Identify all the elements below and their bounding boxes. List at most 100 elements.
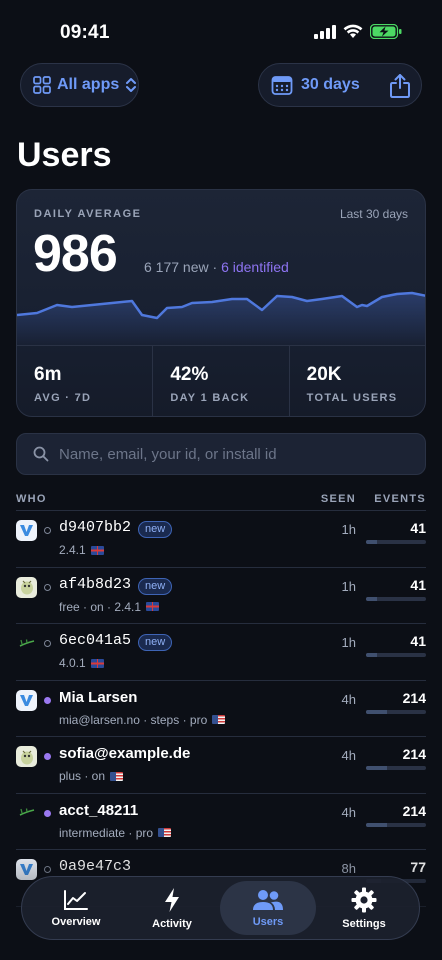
user-row[interactable]: acct_48211 intermediate · pro 4h 214: [16, 794, 426, 850]
tab-settings[interactable]: Settings: [316, 881, 412, 935]
tab-label: Users: [252, 915, 284, 928]
last-seen: 4h: [341, 804, 356, 820]
identified-dot: [44, 809, 51, 817]
event-count: 214: [402, 746, 426, 762]
stat-label: AVG · 7D: [34, 392, 92, 404]
daily-average-value: 986: [33, 225, 118, 283]
users-sparkline: [17, 291, 425, 345]
user-meta-text: free · on · 2.4.1: [59, 599, 142, 614]
event-count: 214: [402, 689, 426, 706]
date-range-button[interactable]: 30 days: [301, 76, 360, 94]
users-list: d9407bb2 new 2.4.1 1h 41 af4b8d23 new free · on…: [16, 511, 426, 907]
user-name: 6ec041a5: [59, 632, 132, 649]
last-seen: 4h: [341, 748, 356, 763]
event-count: 41: [410, 520, 426, 536]
share-icon[interactable]: [389, 73, 411, 99]
user-name: Mia Larsen: [59, 688, 138, 706]
event-count: 214: [402, 802, 426, 819]
search-input[interactable]: [59, 445, 399, 463]
status-time: 09:41: [60, 22, 110, 43]
column-header-events[interactable]: EVENTS: [374, 493, 426, 505]
search-icon: [33, 446, 49, 462]
user-name: acct_48211: [59, 801, 139, 819]
new-badge: new: [138, 634, 173, 651]
identified-dot: [44, 753, 51, 760]
users-icon: [253, 889, 283, 910]
app-selector-button[interactable]: All apps: [20, 63, 139, 107]
calendar-icon[interactable]: [271, 74, 293, 96]
identified-link[interactable]: 6 identified: [221, 259, 289, 275]
user-meta: free · on · 2.4.1: [59, 599, 160, 614]
new-badge: new: [138, 577, 173, 595]
user-name: d9407bb2: [59, 519, 132, 536]
user-meta-text: plus · on: [59, 769, 106, 783]
user-row[interactable]: sofia@example.de plus · on 4h 214: [16, 737, 426, 794]
event-bar: [366, 766, 426, 770]
last-seen: 1h: [341, 522, 356, 537]
signal-icon: [314, 24, 336, 39]
tab-users[interactable]: Users: [220, 881, 316, 935]
event-bar: [366, 709, 426, 714]
stat-label: TOTAL USERS: [306, 392, 398, 404]
tab-bar: Overview Activity Users Settings: [21, 876, 420, 940]
user-name: af4b8d23: [59, 575, 132, 593]
summary-range: Last 30 days: [339, 207, 408, 221]
sprout-avatar-icon: [19, 638, 34, 647]
user-meta-text: intermediate · pro: [59, 825, 154, 840]
tab-activity[interactable]: Activity: [124, 881, 220, 935]
summary-label: DAILY AVERAGE: [34, 208, 142, 220]
search-box: [16, 433, 426, 475]
last-seen: 1h: [341, 578, 356, 594]
stats-row: 6m AVG · 7D 42% DAY 1 BACK 20K TOTAL USE…: [17, 345, 425, 416]
user-row[interactable]: af4b8d23 new free · on · 2.4.1 1h 41: [16, 568, 426, 624]
us-flag-icon: [110, 771, 124, 781]
date-range-control: 30 days: [258, 63, 422, 107]
user-meta-text: 4.0.1: [59, 656, 86, 670]
stat-avg-session: 6m AVG · 7D: [17, 346, 152, 416]
identified-dot: [44, 696, 51, 704]
stat-total-users: 20K TOTAL USERS: [288, 346, 425, 416]
user-meta: plus · on: [59, 769, 124, 783]
app-logo-icon: [20, 864, 33, 875]
status-icons: [314, 24, 402, 39]
event-bar-fill: [366, 709, 387, 714]
user-avatar: [16, 859, 37, 880]
daily-average-card: DAILY AVERAGE Last 30 days 986 6 177 new…: [16, 189, 426, 417]
chevron-up-down-icon: [126, 78, 137, 92]
user-meta: 2.4.1: [59, 543, 104, 557]
tab-overview[interactable]: Overview: [28, 881, 124, 935]
uk-flag-icon: [90, 545, 104, 555]
user-row[interactable]: Mia Larsen mia@larsen.no · steps · pro 4h 2…: [16, 681, 426, 737]
grid-icon: [33, 76, 51, 94]
stat-label: DAY 1 BACK: [170, 392, 250, 404]
event-count: 77: [410, 859, 426, 875]
last-seen: 4h: [341, 691, 356, 707]
user-meta-text: mia@larsen.no · steps · pro: [59, 712, 208, 727]
top-controls: All apps 30 days: [20, 63, 422, 107]
wifi-icon: [343, 24, 363, 38]
tab-label: Activity: [152, 917, 192, 930]
user-avatar: [16, 803, 37, 824]
column-header-seen[interactable]: SEEN: [321, 493, 356, 505]
chart-line-icon: [64, 889, 88, 910]
user-row[interactable]: 6ec041a5 new 4.0.1 1h 41: [16, 624, 426, 681]
event-bar-fill: [366, 653, 378, 657]
event-count: 41: [410, 576, 426, 593]
user-name: 0a9e47c3: [59, 858, 132, 875]
anonymous-dot: [44, 583, 51, 591]
user-row[interactable]: d9407bb2 new 2.4.1 1h 41: [16, 511, 426, 568]
column-header-who[interactable]: WHO: [16, 493, 47, 505]
stat-day1-retention: 42% DAY 1 BACK: [152, 346, 288, 416]
status-bar: 09:41: [0, 0, 442, 66]
tab-label: Overview: [51, 915, 101, 928]
users-table-header: WHO SEEN EVENTS: [16, 491, 426, 511]
event-count: 41: [410, 633, 426, 649]
sprout-avatar-icon: [19, 808, 34, 816]
uk-flag-icon: [146, 602, 160, 611]
event-bar-fill: [366, 540, 378, 544]
anonymous-dot: [44, 527, 51, 534]
bolt-icon: [165, 887, 179, 912]
battery-charging-icon: [370, 24, 402, 39]
user-avatar: [16, 689, 37, 711]
last-seen: 1h: [341, 635, 356, 650]
